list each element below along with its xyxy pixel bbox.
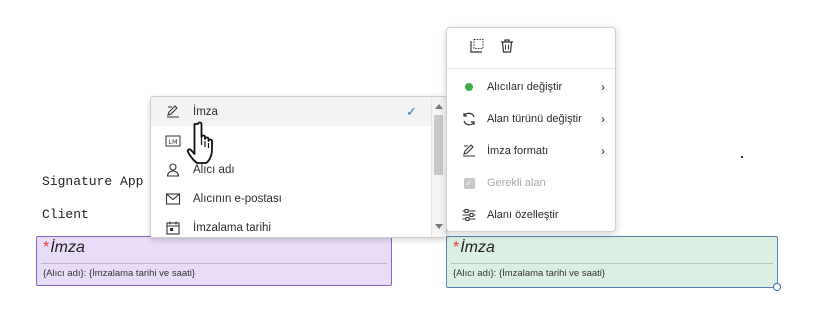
field-title-text: İmza (50, 239, 85, 256)
green-dot-icon (461, 79, 477, 95)
checkbox-icon: ✓ (463, 177, 475, 189)
required-marker: * (453, 239, 460, 256)
field-divider (451, 263, 773, 264)
menu-divider (447, 68, 615, 69)
trash-icon[interactable] (499, 38, 515, 59)
svg-text:LM: LM (168, 138, 177, 146)
menu-item-label: Alan türünü değiştir (487, 113, 582, 125)
dropdown-scrollbar[interactable] (431, 97, 446, 237)
menu-item-label: Alanı özelleştir (487, 209, 559, 221)
duplicate-icon[interactable] (469, 38, 485, 59)
chevron-right-icon: › (601, 80, 605, 94)
field-title: *İmza (43, 239, 85, 257)
hand-pointer-cursor-icon (185, 120, 225, 171)
menu-item-label: Gerekli alan (487, 177, 546, 189)
resize-handle[interactable] (773, 283, 781, 291)
field-context-menu: Alıcıları değiştir › Alan türünü değişti… (446, 27, 616, 232)
signature-field[interactable]: *İmza {Alıcı adı}: {İmzalama tarihi ve s… (36, 236, 392, 286)
signature-pen-icon (165, 104, 181, 120)
calendar-icon (165, 220, 181, 236)
chevron-right-icon: › (601, 112, 605, 126)
menu-item-customize-field[interactable]: Alanı özelleştir (447, 199, 615, 231)
envelope-icon (165, 191, 181, 207)
dropdown-item-signing-date[interactable]: İmzalama tarihi (151, 213, 433, 237)
dropdown-item-recipient-email[interactable]: Alıcının e-postası (151, 184, 433, 213)
dropdown-item-label: İmza (193, 105, 218, 118)
field-subtitle: {Alıcı adı}: {İmzalama tarihi ve saati} (43, 268, 196, 279)
sliders-icon (461, 207, 477, 223)
document-text-line: Signature App (42, 174, 144, 189)
signature-field-selected[interactable]: *İmza {Alıcı adı}: {İmzalama tarihi ve s… (446, 236, 781, 291)
menu-item-change-recipients[interactable]: Alıcıları değiştir › (447, 71, 615, 103)
scroll-down-arrow-icon[interactable] (435, 224, 443, 229)
field-title-text: İmza (460, 239, 495, 256)
menu-item-change-field-type[interactable]: Alan türünü değiştir › (447, 103, 615, 135)
person-icon (165, 162, 181, 178)
field-subtitle: {Alıcı adı}: {İmzalama tarihi ve saati} (453, 268, 606, 279)
menu-item-label: Alıcıları değiştir (487, 81, 563, 93)
dropdown-item-label: Alıcının e-postası (193, 192, 282, 205)
refresh-icon (461, 111, 477, 127)
dropdown-item-label: İmzalama tarihi (193, 221, 271, 234)
menu-item-signature-format[interactable]: İmza formatı › (447, 135, 615, 167)
context-menu-toolbar (447, 28, 615, 68)
initials-icon: LM (165, 133, 181, 149)
menu-item-required-field: ✓ Gerekli alan (447, 167, 615, 199)
signature-pen-icon (461, 143, 477, 159)
checkmark-icon: ✓ (406, 104, 417, 119)
document-text-line: Client (42, 207, 89, 222)
field-title: *İmza (453, 239, 495, 257)
menu-item-label: İmza formatı (487, 145, 549, 157)
scrollbar-thumb[interactable] (434, 115, 443, 175)
chevron-right-icon: › (601, 144, 605, 158)
scroll-up-arrow-icon[interactable] (435, 104, 443, 109)
field-divider (41, 263, 387, 264)
required-marker: * (43, 239, 50, 256)
stray-dot (741, 156, 743, 158)
